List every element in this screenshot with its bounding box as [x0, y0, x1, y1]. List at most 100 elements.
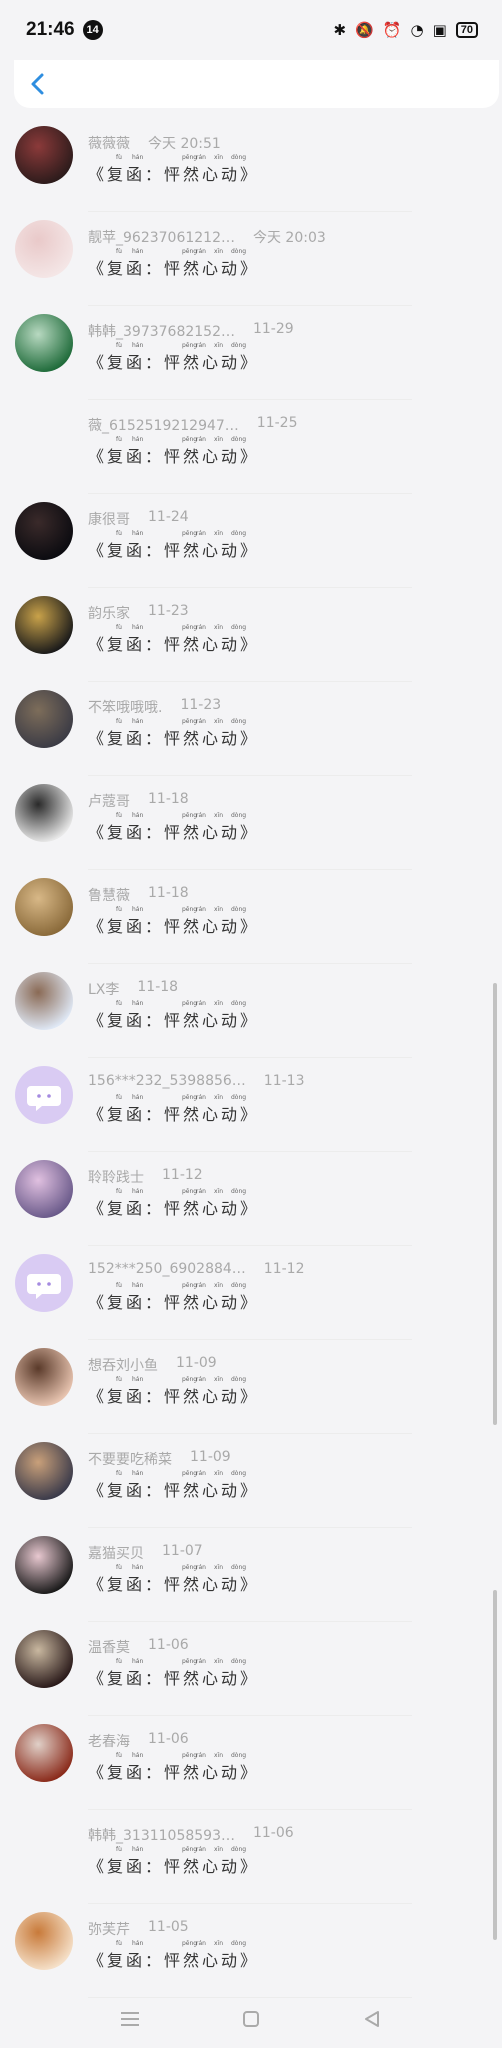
sender-line: 韩韩_31311058593… 11-06: [88, 1825, 294, 1845]
list-item[interactable]: 薇_6152519212947… 11-25 fù hán pēng rán xīn dòng…: [0, 400, 502, 494]
message-date: 11-29: [252, 321, 294, 337]
list-item[interactable]: 152***250_6902884… 11-12 fù hán pēng rán xīn dò…: [0, 1246, 502, 1340]
list-item[interactable]: 鲁慧薇 11-18 fù hán pēng rán xīn dòng 《复函：怦然心动》: [0, 870, 502, 964]
pinyin-syllable: fù: [116, 530, 122, 537]
list-item[interactable]: 156***232_5398856… 11-13 fù hán pēng rán xīn dò…: [0, 1058, 502, 1152]
back-button[interactable]: [18, 64, 58, 104]
avatar[interactable]: [15, 1066, 73, 1124]
pinyin-syllable: dòng: [231, 624, 247, 631]
square-icon: [242, 2011, 259, 2027]
avatar[interactable]: [15, 126, 73, 184]
scrollbar[interactable]: [493, 983, 497, 1425]
list-item[interactable]: 康很哥 11-24 fù hán pēng rán xīn dòng 《复函：怦然心动》: [0, 494, 502, 588]
list-item[interactable]: 不笨哦哦哦. 11-23 fù hán pēng rán xīn dòng 《复函：怦然心动》: [0, 682, 502, 776]
avatar[interactable]: [15, 972, 73, 1030]
list-item[interactable]: 韩韩_31311058593… 11-06 fù hán pēng rán xīn dòng 《…: [0, 1810, 502, 1904]
pinyin-syllable: rán: [196, 1282, 206, 1289]
sender-name: 韩韩_39737682152…: [88, 324, 235, 340]
message-title: 《复函：怦然心动》: [88, 1575, 260, 1594]
pinyin-syllable: xīn: [214, 1094, 224, 1101]
list-item[interactable]: LX李 11-18 fù hán pēng rán xīn dòng 《复函：怦然心动》: [0, 964, 502, 1058]
scrollbar-secondary[interactable]: [493, 1590, 497, 1940]
pinyin-syllable: pēng: [182, 1282, 198, 1289]
pinyin-syllable: xīn: [214, 154, 224, 161]
pinyin-syllable: pēng: [182, 1094, 198, 1101]
sender-line: LX李 11-18: [88, 979, 178, 999]
avatar[interactable]: [15, 314, 73, 372]
bluetooth-icon: ✱: [333, 21, 347, 39]
message-list: 薇薇薇 今天 20:51 fù hán pēng rán xīn dòng 《复函：怦然心动》靓…: [0, 118, 502, 1998]
sender-name: 不笨哦哦哦.: [88, 700, 163, 716]
pinyin-syllable: dòng: [231, 906, 247, 913]
list-item[interactable]: 韵乐家 11-23 fù hán pēng rán xīn dòng 《复函：怦然心动》: [0, 588, 502, 682]
message-title: 《复函：怦然心动》: [88, 1011, 260, 1030]
avatar[interactable]: [15, 1724, 73, 1782]
avatar[interactable]: [15, 596, 73, 654]
sender-name: 卢蔻哥: [88, 794, 130, 810]
pinyin-syllable: pēng: [182, 906, 198, 913]
avatar[interactable]: [15, 690, 73, 748]
sender-name: 聆聆践士: [88, 1170, 144, 1186]
chat-bubble-icon: [27, 1274, 61, 1299]
message-title: 《复函：怦然心动》: [88, 447, 260, 466]
list-item[interactable]: 老春海 11-06 fù hán pēng rán xīn dòng 《复函：怦然心动》: [0, 1716, 502, 1810]
pinyin-syllable: xīn: [214, 342, 224, 349]
list-item[interactable]: 薇薇薇 今天 20:51 fù hán pēng rán xīn dòng 《复函：怦然心动》: [0, 118, 502, 212]
pinyin-syllable: fù: [116, 1094, 122, 1101]
message-date: 11-24: [148, 509, 189, 525]
pinyin-syllable: hán: [132, 1470, 144, 1477]
message-title: 《复函：怦然心动》: [88, 729, 260, 748]
sender-line: 不笨哦哦哦. 11-23: [88, 697, 221, 717]
pinyin-syllable: rán: [196, 1376, 206, 1383]
list-item[interactable]: 卢蔻哥 11-18 fù hán pēng rán xīn dòng 《复函：怦然心动》: [0, 776, 502, 870]
avatar[interactable]: [15, 1536, 73, 1594]
avatar[interactable]: [15, 1160, 73, 1218]
sender-name: 韩韩_31311058593…: [88, 1828, 235, 1844]
pinyin-syllable: hán: [132, 1282, 144, 1289]
pinyin-syllable: dòng: [231, 530, 247, 537]
back-nav-button[interactable]: [352, 1999, 392, 2039]
avatar[interactable]: [15, 1630, 73, 1688]
list-item[interactable]: 聆聆践士 11-12 fù hán pēng rán xīn dòng 《复函：怦然心动》: [0, 1152, 502, 1246]
pinyin-syllable: xīn: [214, 1658, 224, 1665]
pinyin-syllable: rán: [196, 1564, 206, 1571]
list-item[interactable]: 嘉猫买贝 11-07 fù hán pēng rán xīn dòng 《复函：怦然心动》: [0, 1528, 502, 1622]
menu-button[interactable]: [110, 1999, 150, 2039]
home-button[interactable]: [231, 1999, 271, 2039]
pinyin-syllable: fù: [116, 812, 122, 819]
avatar[interactable]: [15, 502, 73, 560]
pinyin-syllable: rán: [196, 1000, 206, 1007]
sender-name: 鲁慧薇: [88, 888, 130, 904]
list-item[interactable]: 弥芙芹 11-05 fù hán pēng rán xīn dòng 《复函：怦然心动》: [0, 1904, 502, 1998]
list-item[interactable]: 不要要吃稀菜 11-09 fù hán pēng rán xīn dòng 《复函：怦然心动》: [0, 1434, 502, 1528]
pinyin-syllable: xīn: [214, 1564, 224, 1571]
pinyin-syllable: hán: [132, 1188, 144, 1195]
pinyin-syllable: rán: [196, 530, 206, 537]
pinyin-syllable: pēng: [182, 1658, 198, 1665]
status-icons: ✱ 🔕 ⏰ ◔ ▣ 70: [334, 21, 478, 39]
list-item[interactable]: 韩韩_39737682152… 11-29 fù hán pēng rán xīn dòng 《…: [0, 306, 502, 400]
avatar[interactable]: [15, 1442, 73, 1500]
avatar[interactable]: [15, 878, 73, 936]
message-date: 11-18: [148, 885, 189, 901]
avatar[interactable]: [15, 1254, 73, 1312]
message-title: 《复函：怦然心动》: [88, 1199, 260, 1218]
sender-line: 韵乐家 11-23: [88, 603, 189, 623]
pinyin-syllable: pēng: [182, 1846, 198, 1853]
avatar[interactable]: [15, 784, 73, 842]
system-navbar: [0, 1990, 502, 2048]
avatar[interactable]: [15, 1348, 73, 1406]
pinyin-syllable: xīn: [214, 1940, 224, 1947]
list-item[interactable]: 想吞刘小鱼 11-09 fù hán pēng rán xīn dòng 《复函：怦然心动》: [0, 1340, 502, 1434]
sender-name: 弥芙芹: [88, 1922, 130, 1938]
avatar[interactable]: [15, 220, 73, 278]
message-title: 《复函：怦然心动》: [88, 353, 260, 372]
list-item[interactable]: 靓苹_96237061212… 今天 20:03 fù hán pēng rán xīn dò…: [0, 212, 502, 306]
avatar[interactable]: [15, 1912, 73, 1970]
message-title: 《复函：怦然心动》: [88, 635, 260, 654]
message-date: 11-07: [162, 1543, 203, 1559]
sender-line: 嘉猫买贝 11-07: [88, 1543, 203, 1563]
pinyin-syllable: rán: [196, 1846, 206, 1853]
list-item[interactable]: 温香莫 11-06 fù hán pēng rán xīn dòng 《复函：怦然心动》: [0, 1622, 502, 1716]
pinyin-syllable: fù: [116, 1752, 122, 1759]
